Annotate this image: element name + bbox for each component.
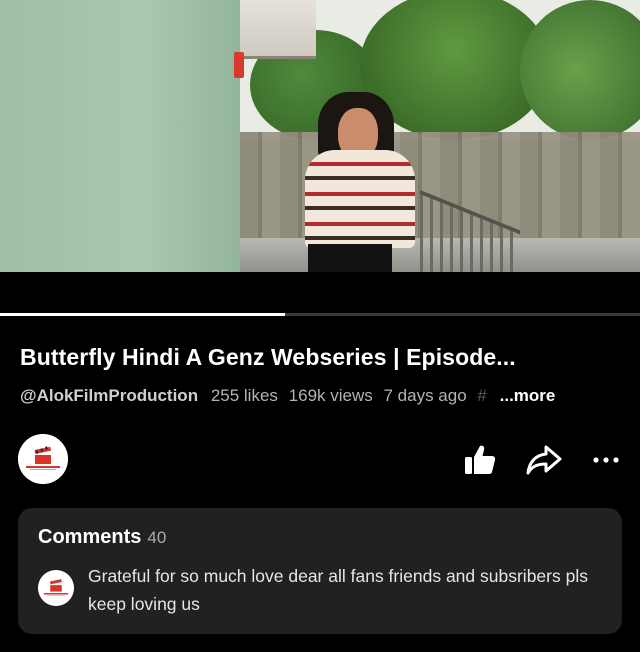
- video-awning: [240, 0, 316, 59]
- share-button[interactable]: [524, 442, 564, 478]
- more-options-button[interactable]: [590, 442, 622, 478]
- channel-handle[interactable]: @AlokFilmProduction: [20, 386, 198, 405]
- video-player[interactable]: [0, 0, 640, 272]
- more-button[interactable]: ...more: [500, 386, 556, 405]
- likes-count: 255 likes: [210, 386, 278, 405]
- comments-count: 40: [147, 528, 167, 547]
- commenter-avatar[interactable]: [38, 570, 74, 606]
- video-title[interactable]: Butterfly Hindi A Genz Webseries | Episo…: [20, 344, 620, 371]
- video-progress-fill: [0, 313, 285, 316]
- film-clapper-logo-icon: [38, 570, 74, 606]
- like-button[interactable]: [462, 442, 498, 478]
- share-arrow-icon: [526, 445, 562, 475]
- film-clapper-logo-icon: [18, 434, 68, 484]
- action-row: [0, 434, 640, 490]
- thumbs-up-icon: [465, 445, 496, 474]
- video-person-pants: [308, 244, 392, 272]
- video-green-wall: [0, 0, 240, 272]
- top-comment-text: Grateful for so much love dear all fans …: [88, 566, 588, 614]
- comments-label: Comments: [38, 526, 142, 548]
- upload-age: 7 days ago: [383, 386, 467, 405]
- video-progress-bar[interactable]: [0, 313, 640, 316]
- views-count: 169k views: [288, 386, 373, 405]
- video-red-light: [234, 52, 244, 78]
- comments-card[interactable]: Comments 40 Grateful for so much love dea…: [18, 508, 622, 634]
- video-person-shirt: [305, 150, 415, 248]
- channel-avatar[interactable]: [18, 434, 68, 484]
- more-horizontal-icon: [593, 457, 619, 463]
- comments-heading: Comments 40: [38, 526, 166, 549]
- video-meta: @AlokFilmProduction 255 likes 169k views…: [20, 386, 620, 406]
- hashtag-glyph: #: [477, 386, 487, 405]
